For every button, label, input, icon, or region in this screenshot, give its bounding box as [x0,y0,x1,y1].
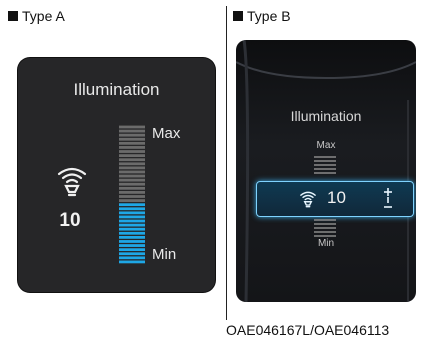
level-segment-active [119,248,145,252]
type-a-title: Illumination [73,80,160,99]
level-segment-active [119,227,145,231]
type-b-title: Illumination [290,108,362,124]
type-a-value: 10 [59,210,81,231]
type-a-label-text: Type A [22,8,65,24]
level-segment-inactive [119,199,145,202]
bullet-square-icon [233,11,243,21]
upper-level-ticks [314,156,336,174]
level-segment-active [119,235,145,239]
level-segment-active [119,219,145,223]
type-a-label: Type A [8,8,65,24]
level-segment-inactive [119,133,145,137]
lower-level-ticks [314,219,336,237]
level-segment-active [119,256,145,260]
type-a-display: Illumination 10 Max Min [18,58,215,292]
brightness-level-bar[interactable] [119,125,145,264]
level-segment-inactive [119,137,145,141]
level-segment-inactive [119,195,145,198]
level-segment-active [119,231,145,235]
level-segment-active [119,240,145,243]
type-b-label-text: Type B [247,8,291,24]
selected-level-row[interactable]: 10 [256,181,414,217]
type-a-max-label: Max [152,125,181,142]
panel-divider [226,6,227,320]
level-segment-active [119,260,145,264]
level-segment-active [119,252,145,256]
bullet-square-icon [8,11,18,21]
level-segment-inactive [119,178,145,182]
level-segment-inactive [119,170,145,174]
level-segment-active [119,211,145,215]
type-a-min-label: Min [152,246,177,263]
level-segment-inactive [119,166,145,170]
level-segment-inactive [119,150,145,153]
level-segment-inactive [119,162,145,166]
figure-code: OAE046167L/OAE046113 [226,322,390,338]
level-segment-inactive [119,125,145,129]
plus-minus-stepper-icon[interactable] [381,187,395,211]
level-segment-active [119,215,145,219]
level-segment-inactive [119,191,145,194]
type-b-label: Type B [233,8,291,24]
type-b-max-label: Max [316,140,336,151]
level-segment-inactive [119,182,145,186]
level-segment-inactive [119,129,145,133]
type-b-value: 10 [327,188,346,207]
level-segment-inactive [119,174,145,178]
type-b-min-label: Min [317,238,335,249]
level-segment-active [119,223,145,227]
level-segment-inactive [119,146,145,149]
type-b-display: Illumination Max 10 Min [236,40,416,302]
level-segment-inactive [119,186,145,190]
level-segment-active [119,203,145,207]
level-segment-inactive [119,158,145,162]
level-segment-active [119,244,145,247]
level-segment-inactive [119,154,145,158]
level-segment-inactive [119,141,145,145]
level-segment-active [119,207,145,211]
lightbulb-icon [57,167,87,197]
lightbulb-icon [300,191,316,208]
